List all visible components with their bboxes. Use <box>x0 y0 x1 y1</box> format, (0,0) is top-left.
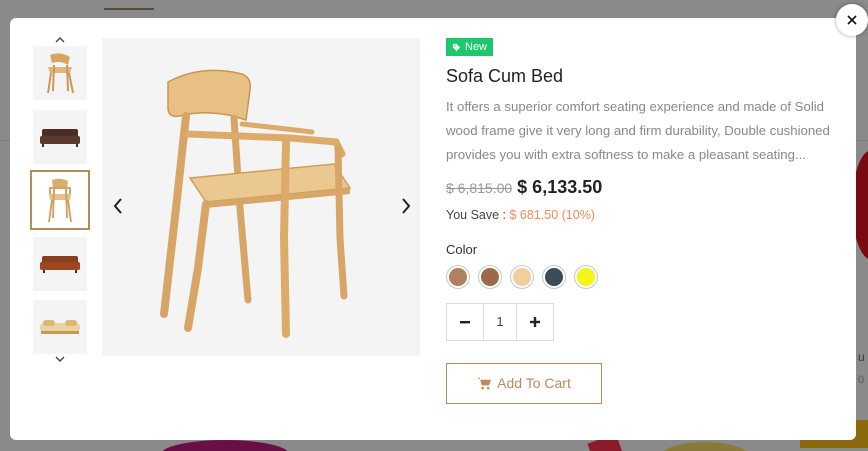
close-icon <box>847 15 857 25</box>
color-swatch[interactable] <box>510 264 534 289</box>
savings-amount: $ 681.50 (10%) <box>509 207 595 222</box>
swatch-fill <box>481 267 499 286</box>
plus-icon <box>530 316 540 327</box>
product-title: Sofa Cum Bed <box>446 65 564 86</box>
savings-row: You Save : $ 681.50 (10%) <box>446 208 846 222</box>
thumbnail-up-icon[interactable] <box>54 34 66 46</box>
background-product-price: 0 <box>858 374 865 386</box>
background-product-title: u <box>858 350 865 364</box>
tag-icon <box>452 43 461 51</box>
chair-illustration <box>160 69 352 338</box>
product-main-image <box>102 38 420 356</box>
color-swatch[interactable] <box>542 264 566 289</box>
swatch-fill <box>513 267 531 286</box>
next-image-icon[interactable] <box>398 194 414 218</box>
thumbnail-sofa-cream[interactable] <box>33 300 87 354</box>
background-tab-underline <box>104 8 154 10</box>
badge-label: New <box>465 41 488 53</box>
color-label: Color <box>446 241 478 257</box>
background-product-image <box>160 440 290 451</box>
product-description: It offers a superior comfort seating exp… <box>446 98 830 162</box>
quantity-value[interactable]: 1 <box>484 302 516 341</box>
thumbnail-sofa-rust[interactable] <box>33 237 87 291</box>
current-price: $ 6,133.50 <box>517 176 603 197</box>
thumbnail-chair-1[interactable] <box>33 46 87 100</box>
price-row: $ 6,815.00 $ 6,133.50 <box>446 177 846 198</box>
add-to-cart-label: Add To Cart <box>497 375 571 391</box>
swatch-fill <box>577 267 595 286</box>
color-swatch[interactable] <box>478 264 502 289</box>
thumbnail-chair-2[interactable] <box>30 170 90 230</box>
previous-image-icon[interactable] <box>110 194 126 218</box>
savings-label: You Save : <box>446 207 507 222</box>
color-swatches <box>446 264 846 289</box>
close-modal-button[interactable] <box>836 4 868 36</box>
new-badge: New <box>446 38 494 56</box>
background-product-image <box>660 442 750 451</box>
swatch-fill <box>449 267 467 286</box>
thumbnail-sofa-brown[interactable] <box>33 110 87 164</box>
thumbnail-down-icon[interactable] <box>54 353 66 365</box>
quantity-stepper: 1 <box>446 302 846 341</box>
color-swatch[interactable] <box>574 264 598 289</box>
add-to-cart-button[interactable]: Add To Cart <box>446 362 602 404</box>
quick-view-modal: New Sofa Cum Bed It offers a superior co… <box>10 18 856 440</box>
minus-icon <box>460 320 470 323</box>
product-details: New Sofa Cum Bed It offers a superior co… <box>446 38 846 404</box>
color-swatch[interactable] <box>446 264 470 289</box>
swatch-fill <box>545 267 563 286</box>
decrease-quantity-button[interactable] <box>446 302 484 341</box>
cart-icon <box>477 377 492 389</box>
increase-quantity-button[interactable] <box>516 302 554 341</box>
old-price: $ 6,815.00 <box>446 179 513 196</box>
